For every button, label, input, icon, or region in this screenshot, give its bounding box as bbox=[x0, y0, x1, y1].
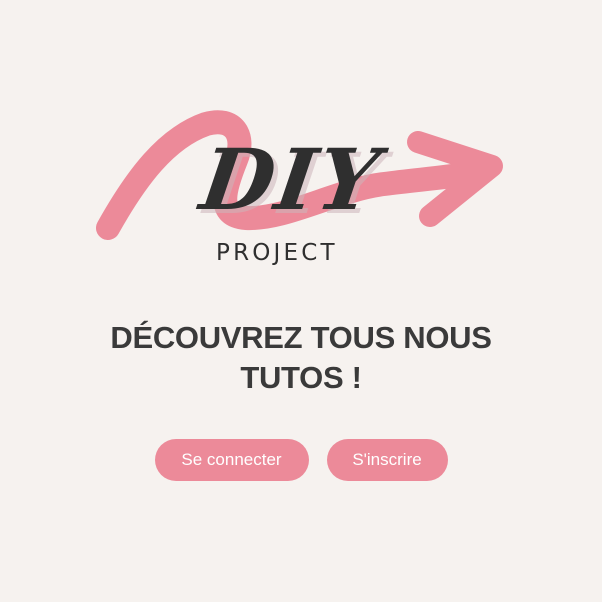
diy-project-logo: DIY DIY PROJECT bbox=[96, 108, 508, 268]
headline-line-2: TUTOS ! bbox=[240, 360, 362, 395]
signup-button[interactable]: S'inscrire bbox=[326, 439, 448, 481]
auth-actions: Se connecter S'inscrire bbox=[0, 439, 602, 481]
headline-line-1: DÉCOUVREZ TOUS NOUS bbox=[110, 320, 492, 355]
logo-main-text: DIY bbox=[193, 130, 393, 229]
login-button[interactable]: Se connecter bbox=[154, 439, 309, 481]
page-headline: DÉCOUVREZ TOUS NOUS TUTOS ! bbox=[0, 318, 602, 398]
logo-sub-text: PROJECT bbox=[216, 240, 338, 266]
